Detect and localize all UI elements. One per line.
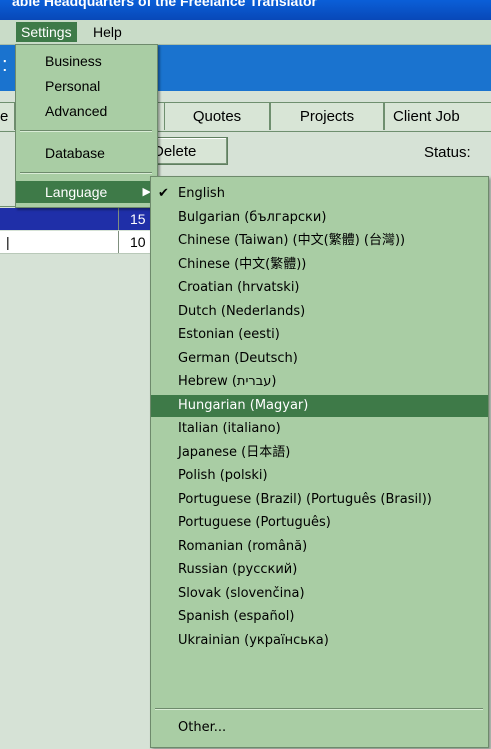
language-item[interactable]: Chinese (中文(繁體)) [151,254,488,276]
window-title: able Headquarters of the Freelance Trans… [12,0,317,9]
language-item-label: Portuguese (Português) [178,515,331,530]
language-item-label: German (Deutsch) [178,350,298,366]
language-item[interactable]: German (Deutsch) [151,348,488,370]
language-item[interactable]: Japanese (日本語) [151,442,488,464]
cell-divider [118,208,119,230]
language-item[interactable]: Bulgarian (български) [151,207,488,229]
menu-help[interactable]: Help [88,22,127,42]
language-item-label: Romanian (română) [178,538,308,554]
language-item-label: Polish (polski) [178,468,268,483]
row-edge-marker: | [6,234,10,250]
language-item-label: Hungarian (Magyar) [178,397,309,413]
language-item[interactable]: Hungarian (Magyar) [151,394,488,417]
status-label: Status: [424,144,471,161]
language-item[interactable]: Chinese (Taiwan) (中文(繁體) (台灣)) [151,230,488,252]
language-item-label: Estonian (eesti) [178,327,280,342]
language-item[interactable]: Portuguese (Português) [151,512,488,534]
delete-button[interactable]: Delete [150,137,228,165]
header-icon: : [2,54,8,76]
menu-item-advanced[interactable]: Advanced [16,100,157,122]
language-item[interactable]: Romanian (română) [151,536,488,558]
table-row[interactable]: | 10 [0,231,160,254]
language-item[interactable]: Slovak (slovenčina) [151,583,488,605]
settings-dropdown: Business Personal Advanced Database Lang… [15,44,158,208]
menu-item-personal[interactable]: Personal [16,75,157,97]
language-item[interactable]: Polish (polski) [151,465,488,487]
language-item-label: Bulgarian (български) [178,209,327,225]
language-item-label: Japanese (日本語) [178,444,291,460]
language-item-label: Portuguese (Brazil) (Português (Brasil)) [178,491,432,507]
language-item[interactable]: Hebrew (עברית) [151,371,488,393]
tab-partial[interactable]: e [0,102,15,130]
menu-settings[interactable]: Settings [16,22,77,42]
language-item-label: Dutch (Nederlands) [178,303,306,319]
language-item[interactable]: Italian (italiano) [151,418,488,440]
menu-item-language-label: Language [45,184,108,200]
menu-item-business[interactable]: Business [16,50,157,72]
language-item-label: Chinese (Taiwan) (中文(繁體) (台灣)) [178,233,406,248]
menu-item-database[interactable]: Database [16,142,157,164]
language-item[interactable]: Russian (русский) [151,559,488,581]
language-item[interactable]: Spanish (español) [151,606,488,628]
menu-separator [20,172,152,174]
language-item-label: Russian (русский) [178,562,298,577]
language-item-label: Slovak (slovenčina) [178,585,305,601]
table-cell: 15 [130,211,146,227]
language-item-label: Spanish (español) [178,609,295,624]
menu-separator [155,708,483,710]
language-item-label: Ukrainian (українська) [178,632,329,648]
menu-bar: Settings Help [0,20,491,45]
language-item[interactable]: ✔ English [151,183,488,205]
language-item-label: Chinese (中文(繁體)) [178,256,307,272]
menu-item-language[interactable]: Language ▶ [16,181,157,203]
tab-client-jobs[interactable]: Client Job [384,102,491,130]
table-cell: 10 [130,234,146,250]
language-item-label: Hebrew (עברית) [178,374,277,389]
language-item-label: English [178,186,225,201]
language-item-other[interactable]: Other... [151,717,488,739]
language-item[interactable]: Portuguese (Brazil) (Português (Brasil)) [151,489,488,511]
language-submenu: ✔ English Bulgarian (български) Chinese (Ta… [150,176,489,748]
tab-quotes[interactable]: Quotes [164,102,270,130]
table-row[interactable]: 15 [0,208,160,230]
tab-projects[interactable]: Projects [270,102,384,130]
cell-divider [118,231,119,253]
language-item[interactable]: Ukrainian (українська) [151,630,488,652]
language-item-label: Croatian (hrvatski) [178,280,300,295]
checkmark-icon: ✔ [158,186,169,201]
menu-separator [20,130,152,132]
language-item[interactable]: Dutch (Nederlands) [151,301,488,323]
language-item-label: Italian (italiano) [178,421,281,436]
window-title-bar: able Headquarters of the Freelance Trans… [0,0,491,20]
language-item[interactable]: Croatian (hrvatski) [151,277,488,299]
language-item[interactable]: Estonian (eesti) [151,324,488,346]
